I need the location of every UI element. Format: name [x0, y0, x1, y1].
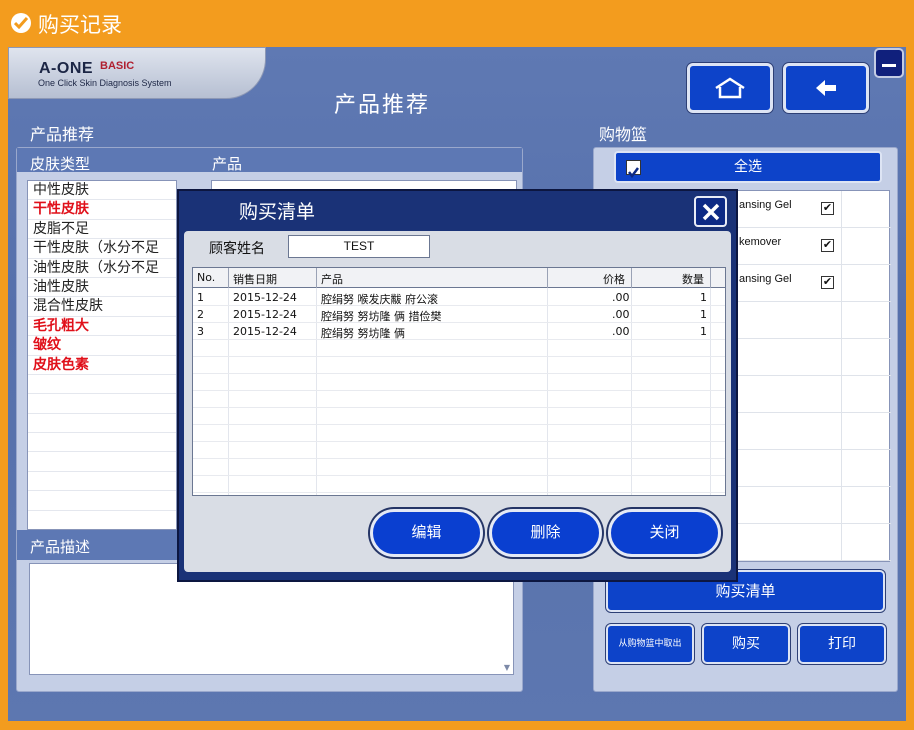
cart-item-checkbox[interactable]: ✔	[821, 239, 834, 252]
cell-product: 腔绢努 努坊隆 俩 措俭樊	[321, 310, 442, 323]
dialog-close-button[interactable]	[694, 196, 727, 227]
cell-date: 2015-12-24	[233, 291, 297, 304]
skin-type-item-empty	[28, 491, 176, 511]
table-row[interactable]: 2 2015-12-24 腔绢努 努坊隆 俩 措俭樊 .00 1	[193, 306, 725, 323]
purchase-grid[interactable]: No. 销售日期 产品 价格 数量 1 2015-12-24 腔绢努 喉发庆黻 …	[192, 267, 726, 496]
cart-item-name: kemover	[739, 236, 782, 248]
col-qty[interactable]: 数量	[682, 271, 704, 287]
cell-no: 3	[197, 325, 204, 338]
logo-subtitle: One Click Skin Diagnosis System	[38, 78, 172, 88]
logo-basic-text: BASIC	[100, 60, 135, 72]
cell-date: 2015-12-24	[233, 308, 297, 321]
cart-item-checkbox[interactable]: ✔	[821, 202, 834, 215]
table-row-empty	[193, 340, 725, 357]
col-no[interactable]: No.	[197, 271, 215, 284]
buy-button[interactable]: 购买	[702, 624, 790, 664]
table-row-empty	[193, 391, 725, 408]
cell-date: 2015-12-24	[233, 325, 297, 338]
cell-qty: 1	[700, 325, 707, 338]
page-title: 产品推荐	[334, 93, 431, 118]
skin-type-item-empty	[28, 452, 176, 472]
edit-button[interactable]: 编辑	[370, 509, 483, 557]
cell-price: .00	[612, 325, 630, 338]
select-all-label: 全选	[734, 159, 762, 175]
cell-no: 1	[197, 291, 204, 304]
skin-type-item-empty	[28, 375, 176, 395]
cell-qty: 1	[700, 308, 707, 321]
window-title: 购买记录	[38, 13, 122, 37]
recommend-panel-header	[17, 148, 522, 172]
skin-type-list[interactable]: 中性皮肤 干性皮肤 皮脂不足 干性皮肤（水分不足 油性皮肤（水分不足 油性皮肤 混合性皮肤毛…	[27, 180, 177, 530]
col-price[interactable]: 价格	[603, 271, 625, 287]
dialog-body: 顾客姓名 TEST No. 销售日期 产品 价格 数量 1 2015-12-24…	[184, 231, 731, 572]
table-row-empty	[193, 459, 725, 476]
skin-type-item[interactable]: 皮脂不足	[28, 220, 176, 240]
skin-type-item[interactable]: 干性皮肤（水分不足	[28, 239, 176, 259]
table-row[interactable]: 3 2015-12-24 腔绢努 努坊隆 俩 .00 1	[193, 323, 725, 340]
product-header: 产品	[212, 155, 243, 173]
recommend-section-title: 产品推荐	[30, 125, 95, 144]
dialog-title: 购买清单	[239, 201, 316, 223]
back-button[interactable]	[783, 63, 869, 113]
check-circle-icon	[11, 13, 31, 33]
col-product[interactable]: 产品	[321, 271, 343, 287]
cart-item-name: ansing Gel	[739, 199, 792, 211]
skin-type-item[interactable]: 皮肤色素	[28, 356, 176, 375]
skin-type-item[interactable]: 油性皮肤（水分不足	[28, 259, 176, 278]
skin-type-item[interactable]: 干性皮肤	[28, 200, 176, 220]
cell-product: 腔绢努 喉发庆黻 府公滚	[321, 293, 438, 306]
close-button[interactable]: 关闭	[608, 509, 721, 557]
cell-price: .00	[612, 308, 630, 321]
app-logo: A-ONE BASIC One Click Skin Diagnosis Sys…	[8, 47, 266, 99]
select-all-button[interactable]: 全选	[614, 151, 882, 183]
table-row[interactable]: 1 2015-12-24 腔绢努 喉发庆黻 府公滚 .00 1	[193, 289, 725, 306]
cell-price: .00	[612, 291, 630, 304]
home-button[interactable]	[687, 63, 773, 113]
skin-type-item[interactable]: 毛孔粗大	[28, 317, 176, 337]
back-arrow-icon	[816, 80, 836, 96]
close-icon	[702, 203, 720, 221]
skin-type-item[interactable]: 油性皮肤	[28, 278, 176, 298]
scroll-down-icon[interactable]: ▼	[504, 663, 510, 672]
col-date[interactable]: 销售日期	[233, 271, 277, 287]
select-all-checkbox[interactable]	[626, 160, 641, 179]
checkmark-icon	[628, 167, 639, 179]
table-row-empty	[193, 408, 725, 425]
cell-product: 腔绢努 努坊隆 俩	[321, 327, 405, 340]
skin-type-item[interactable]: 中性皮肤	[28, 181, 176, 201]
cart-section-title: 购物篮	[599, 125, 648, 144]
skin-type-item-empty	[28, 414, 176, 434]
skin-type-item-empty	[28, 511, 176, 529]
cell-no: 2	[197, 308, 204, 321]
cart-item-checkbox[interactable]: ✔	[821, 276, 834, 289]
window-titlebar: 购买记录	[0, 0, 914, 47]
skin-type-item-empty	[28, 433, 176, 453]
skin-type-item-empty	[28, 394, 176, 414]
table-row-empty	[193, 425, 725, 442]
minimize-button[interactable]	[874, 48, 904, 78]
table-row-empty	[193, 374, 725, 391]
skin-type-header: 皮肤类型	[30, 155, 91, 173]
home-icon	[715, 77, 745, 99]
skin-type-item[interactable]: 混合性皮肤	[28, 297, 176, 317]
grid-header: No. 销售日期 产品 价格 数量	[193, 268, 725, 288]
table-row-empty	[193, 476, 725, 493]
description-header: 产品描述	[30, 538, 91, 556]
customer-name-label: 顾客姓名	[209, 241, 265, 257]
remove-from-cart-button[interactable]: 从购物篮中取出	[606, 624, 694, 664]
cart-item-name: ansing Gel	[739, 273, 792, 285]
table-row-empty	[193, 442, 725, 459]
logo-main-text: A-ONE	[39, 60, 94, 77]
purchase-list-dialog: 购买清单 顾客姓名 TEST No. 销售日期 产品 价格 数量 1 2015-…	[177, 189, 738, 582]
skin-type-item-empty	[28, 472, 176, 492]
skin-type-item[interactable]: 皱纹	[28, 336, 176, 356]
print-button[interactable]: 打印	[798, 624, 886, 664]
customer-name-field[interactable]: TEST	[288, 235, 430, 258]
delete-button[interactable]: 删除	[489, 509, 602, 557]
table-row-empty	[193, 357, 725, 374]
cell-qty: 1	[700, 291, 707, 304]
